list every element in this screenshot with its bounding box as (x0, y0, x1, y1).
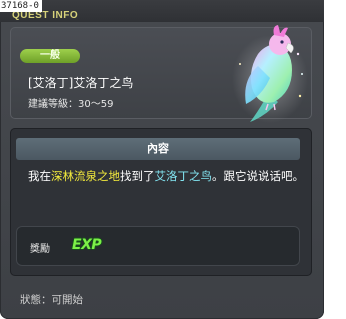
status-label: 狀態： (20, 294, 52, 306)
level-label: 建議等級： (28, 99, 78, 110)
quest-content-panel: 內容 我在深林流泉之地找到了艾洛丁之鸟。跟它说说话吧。 獎勵 EXP (10, 128, 312, 276)
quest-status: 狀態：可開始 (20, 292, 83, 307)
recommended-level: 建議等級：30～59 (28, 95, 113, 110)
location-highlight: 深林流泉之地 (51, 169, 120, 183)
quest-id-label: 37168-0 (0, 0, 42, 12)
quest-info-window: 37168-0 QUEST INFO 一般 [艾洛丁]艾洛丁之鸟 建議等級：30… (0, 0, 324, 319)
reward-box: 獎勵 EXP (16, 226, 300, 266)
dialog-text-part: 找到了 (120, 169, 155, 183)
status-value: 可開始 (51, 294, 84, 306)
quest-dialog-text: 我在深林流泉之地找到了艾洛丁之鸟。跟它说说话吧。 (28, 168, 304, 185)
rainbow-bird-icon (232, 25, 308, 123)
level-range: 30～59 (78, 99, 114, 110)
quest-category-badge: 一般 (20, 49, 80, 63)
dialog-text-part: 。跟它说说话吧。 (212, 169, 304, 183)
npc-highlight: 艾洛丁之鸟 (154, 169, 213, 183)
content-tab: 內容 (16, 138, 300, 160)
dialog-text-part: 我在 (28, 169, 51, 183)
exp-reward-icon[interactable]: EXP (72, 237, 102, 253)
quest-title: [艾洛丁]艾洛丁之鸟 (28, 76, 134, 90)
reward-label: 獎勵 (30, 244, 50, 255)
